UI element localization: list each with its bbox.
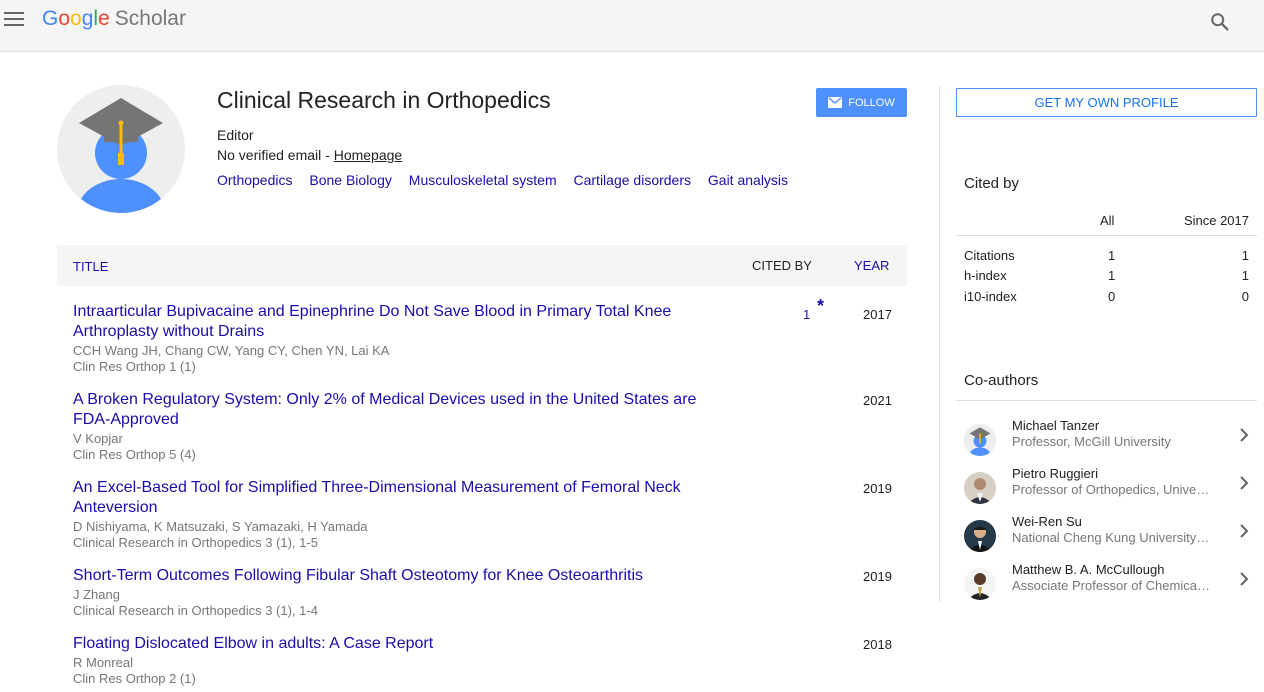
article-title-link[interactable]: A Broken Regulatory System: Only 2% of M… <box>73 390 713 430</box>
coauthor-avatar <box>964 568 996 600</box>
logo-letter: e <box>98 7 110 30</box>
citation-row: Citations 1 1 <box>964 248 1249 268</box>
interest-link[interactable]: Cartilage disorders <box>574 172 692 188</box>
coauthor-item[interactable]: Pietro Ruggieri Professor of Orthopedics… <box>956 466 1257 512</box>
logo-letter: o <box>70 7 82 30</box>
logo-letter: o <box>58 7 71 30</box>
citation-table-header: All Since 2017 <box>956 208 1257 236</box>
metric-since: 0 <box>1241 289 1249 304</box>
coauthor-avatar <box>964 424 996 456</box>
metric-since: 1 <box>1241 248 1249 263</box>
coauthor-item[interactable]: Michael Tanzer Professor, McGill Univers… <box>956 418 1257 464</box>
email-line: No verified email - Homepage <box>217 147 402 163</box>
google-scholar-logo[interactable]: Google Scholar <box>42 7 186 31</box>
metric-label[interactable]: Citations <box>964 248 1015 263</box>
chevron-right-icon <box>1240 524 1249 538</box>
article-year: 2017 <box>863 307 892 322</box>
person-photo-icon <box>964 520 996 552</box>
article-title-link[interactable]: Intraarticular Bupivacaine and Epinephri… <box>73 302 713 342</box>
chevron-right-icon <box>1240 428 1249 442</box>
coauthor-name: Pietro Ruggieri <box>1012 466 1098 481</box>
chevron-right-icon <box>1240 476 1249 490</box>
coauthor-affiliation: Professor of Orthopedics, University of … <box>1012 482 1212 497</box>
coauthor-affiliation: Professor, McGill University <box>1012 434 1171 449</box>
article-authors: V Kopjar <box>73 431 123 446</box>
metric-label[interactable]: h-index <box>964 268 1007 283</box>
coauthor-affiliation: National Cheng Kung University Hospital <box>1012 530 1212 545</box>
coauthors-heading: Co-authors <box>964 372 1039 389</box>
interest-link[interactable]: Orthopedics <box>217 172 292 188</box>
sort-by-title[interactable]: TITLE <box>73 259 108 274</box>
metric-all: 0 <box>1108 289 1116 304</box>
follow-label: FOLLOW <box>848 96 895 109</box>
logo-letter: g <box>81 7 94 30</box>
article-year: 2019 <box>863 569 892 584</box>
article-venue: Clin Res Orthop 1 (1) <box>73 359 196 374</box>
interest-link[interactable]: Bone Biology <box>309 172 392 188</box>
get-my-own-profile-button[interactable]: GET MY OWN PROFILE <box>956 88 1257 117</box>
article-authors: J Zhang <box>73 587 120 602</box>
article-venue: Clin Res Orthop 2 (1) <box>73 671 196 686</box>
top-bar: Google Scholar <box>0 0 1264 52</box>
profile-avatar <box>57 85 185 213</box>
citation-row: i10-index 0 0 <box>964 289 1249 309</box>
default-scholar-avatar-icon <box>57 85 185 213</box>
person-photo-icon <box>964 472 996 504</box>
follow-button[interactable]: FOLLOW <box>816 88 907 117</box>
search-icon[interactable] <box>1209 11 1231 33</box>
coauthor-item[interactable]: Matthew B. A. McCullough Associate Profe… <box>956 562 1257 608</box>
article-year: 2021 <box>863 393 892 408</box>
column-divider <box>939 86 940 602</box>
person-photo-icon <box>964 568 996 600</box>
article-venue: Clin Res Orthop 5 (4) <box>73 447 196 462</box>
profile-name: Clinical Research in Orthopedics <box>217 87 551 113</box>
coauthors-divider <box>956 400 1257 401</box>
coauthor-name: Matthew B. A. McCullough <box>1012 562 1165 577</box>
article-authors: CCH Wang JH, Chang CW, Yang CY, Chen YN,… <box>73 343 390 358</box>
cited-by-heading: Cited by <box>964 175 1020 192</box>
sort-by-year[interactable]: YEAR <box>854 258 889 273</box>
merged-citation-star[interactable]: * <box>817 296 824 317</box>
profile-affiliation: Editor <box>217 127 254 143</box>
homepage-link[interactable]: Homepage <box>334 147 403 163</box>
interest-link[interactable]: Gait analysis <box>708 172 788 188</box>
coauthor-affiliation: Associate Professor of Chemical, Biologi… <box>1012 578 1212 593</box>
article-authors: D Nishiyama, K Matsuzaki, S Yamazaki, H … <box>73 519 368 534</box>
col-since: Since 2017 <box>1183 213 1249 228</box>
coauthor-item[interactable]: Wei-Ren Su National Cheng Kung Universit… <box>956 514 1257 560</box>
article-title-link[interactable]: An Excel-Based Tool for Simplified Three… <box>73 478 713 518</box>
metric-all: 1 <box>1108 268 1116 283</box>
metric-label[interactable]: i10-index <box>964 289 1017 304</box>
articles-table-header: TITLE CITED BY YEAR <box>57 245 907 286</box>
coauthor-avatar <box>964 472 996 504</box>
chevron-right-icon <box>1240 572 1249 586</box>
coauthor-name: Michael Tanzer <box>1012 418 1100 433</box>
article-title-link[interactable]: Short-Term Outcomes Following Fibular Sh… <box>73 566 713 586</box>
metric-all: 1 <box>1108 248 1116 263</box>
metric-since: 1 <box>1241 268 1249 283</box>
article-year: 2019 <box>863 481 892 496</box>
coauthor-name: Wei-Ren Su <box>1012 514 1082 529</box>
sort-by-cited[interactable]: CITED BY <box>752 258 812 273</box>
interest-link[interactable]: Musculoskeletal system <box>409 172 557 188</box>
article-year: 2018 <box>863 637 892 652</box>
email-text: No verified email - <box>217 147 334 163</box>
logo-scholar-word: Scholar <box>114 7 186 30</box>
article-venue: Clinical Research in Orthopedics 3 (1), … <box>73 535 318 550</box>
article-authors: R Monreal <box>73 655 133 670</box>
logo-letter: G <box>42 7 59 30</box>
col-all: All <box>1100 213 1115 228</box>
coauthor-avatar <box>964 520 996 552</box>
article-title-link[interactable]: Floating Dislocated Elbow in adults: A C… <box>73 634 713 654</box>
cited-by-count[interactable]: 1 <box>803 307 810 322</box>
article-venue: Clinical Research in Orthopedics 3 (1), … <box>73 603 318 618</box>
research-interests: Orthopedics Bone Biology Musculoskeletal… <box>217 172 801 188</box>
hamburger-menu-icon[interactable] <box>4 12 24 28</box>
default-scholar-avatar-icon <box>964 424 996 456</box>
citation-row: h-index 1 1 <box>964 268 1249 288</box>
envelope-icon <box>828 97 843 108</box>
